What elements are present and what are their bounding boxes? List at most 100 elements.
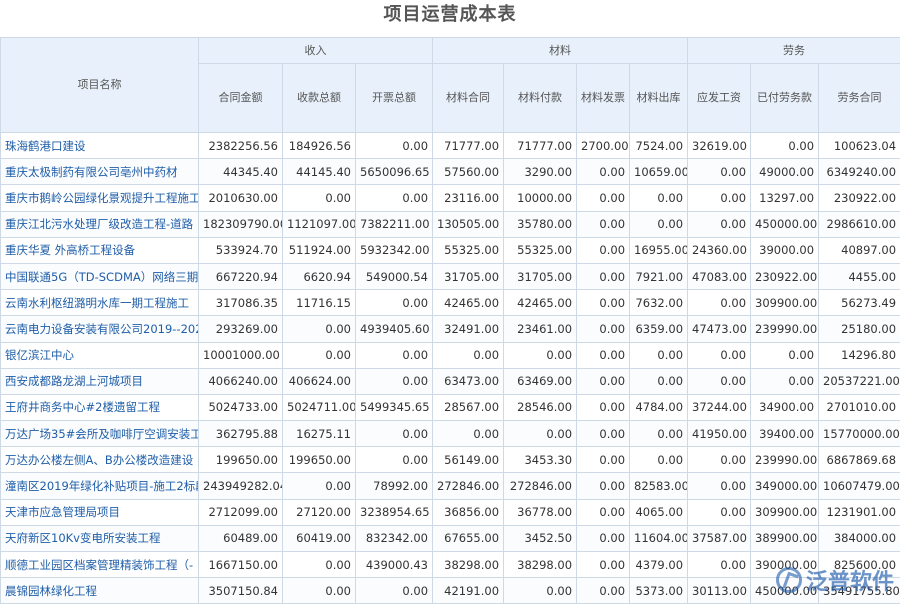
- project-name-link[interactable]: 天津市应急管理局项目: [1, 499, 199, 525]
- cell-value: 362795.88: [199, 421, 283, 447]
- table-row[interactable]: 银亿滨江中心10001000.000.000.000.000.000.000.0…: [1, 342, 900, 368]
- cell-value: 7382211.00: [356, 211, 433, 237]
- header-group-labor: 劳务: [688, 38, 900, 64]
- cell-value: 44345.40: [199, 159, 283, 185]
- table-row[interactable]: 潼南区2019年绿化补贴项目-施工2标段243949282.040.007899…: [1, 473, 900, 499]
- cell-value: 0.00: [630, 185, 688, 211]
- cell-value: 28546.00: [504, 394, 577, 420]
- cell-value: 0.00: [504, 421, 577, 447]
- cell-value: 31705.00: [504, 263, 577, 289]
- cell-value: 23461.00: [504, 316, 577, 342]
- cell-value: 0.00: [688, 211, 751, 237]
- cell-value: 0.00: [577, 447, 630, 473]
- project-name-link[interactable]: 西安成都路龙湖上河城项目: [1, 368, 199, 394]
- table-row[interactable]: 王府井商务中心#2楼遗留工程5024733.005024711.00549934…: [1, 394, 900, 420]
- cell-value: 309900.00: [751, 290, 819, 316]
- cell-value: 5932342.00: [356, 237, 433, 263]
- cell-value: 71777.00: [433, 133, 504, 159]
- cell-value: 49000.00: [751, 159, 819, 185]
- project-name-link[interactable]: 重庆市鹅岭公园绿化景观提升工程施工: [1, 185, 199, 211]
- header-material-invoice: 材料发票: [577, 64, 630, 133]
- cell-value: 55325.00: [433, 237, 504, 263]
- project-name-link[interactable]: 潼南区2019年绿化补贴项目-施工2标段: [1, 473, 199, 499]
- table-row[interactable]: 西安成都路龙湖上河城项目4066240.00406624.000.0063473…: [1, 368, 900, 394]
- table-row[interactable]: 云南电力设备安装有限公司2019--202293269.000.00493940…: [1, 316, 900, 342]
- cell-value: 7921.00: [630, 263, 688, 289]
- cell-value: 5650096.65: [356, 159, 433, 185]
- table-row[interactable]: 重庆太极制药有限公司亳州中药材44345.4044145.405650096.6…: [1, 159, 900, 185]
- cell-value: 10001000.00: [199, 342, 283, 368]
- cell-value: 20537221.00: [819, 368, 900, 394]
- table-row[interactable]: 万达办公楼左侧A、B办公楼改造建设199650.00199650.000.005…: [1, 447, 900, 473]
- cell-value: 28567.00: [433, 394, 504, 420]
- cell-value: 39400.00: [751, 421, 819, 447]
- cell-value: 0.00: [751, 342, 819, 368]
- cell-value: 4784.00: [630, 394, 688, 420]
- cell-value: 34900.00: [751, 394, 819, 420]
- cell-value: 825600.00: [819, 552, 900, 578]
- project-name-link[interactable]: 万达广场35#会所及咖啡厅空调安装工: [1, 421, 199, 447]
- cell-value: 199650.00: [283, 447, 356, 473]
- project-name-link[interactable]: 云南电力设备安装有限公司2019--202: [1, 316, 199, 342]
- cell-value: 56149.00: [433, 447, 504, 473]
- header-group-income: 收入: [199, 38, 433, 64]
- cell-value: 0.00: [283, 316, 356, 342]
- project-name-link[interactable]: 天府新区10Kv变电所安装工程: [1, 525, 199, 551]
- project-name-link[interactable]: 顺德工业园区档案管理精装饰工程（-: [1, 552, 199, 578]
- cell-value: 25180.00: [819, 316, 900, 342]
- project-name-link[interactable]: 云南水利枢纽潞明水库一期工程施工: [1, 290, 199, 316]
- cell-value: 37244.00: [688, 394, 751, 420]
- cell-value: 42465.00: [504, 290, 577, 316]
- cell-value: 32491.00: [433, 316, 504, 342]
- table-row[interactable]: 万达广场35#会所及咖啡厅空调安装工362795.8816275.110.000…: [1, 421, 900, 447]
- cell-value: 3238954.65: [356, 499, 433, 525]
- cell-value: 832342.00: [356, 525, 433, 551]
- cell-value: 32619.00: [688, 133, 751, 159]
- cell-value: 230922.00: [751, 263, 819, 289]
- cell-value: 0.00: [688, 368, 751, 394]
- cell-value: 182309790.00: [199, 211, 283, 237]
- cell-value: 44145.40: [283, 159, 356, 185]
- header-total-received: 收款总额: [283, 64, 356, 133]
- header-material-payment: 材料付款: [504, 64, 577, 133]
- header-contract-amount: 合同金额: [199, 64, 283, 133]
- project-name-link[interactable]: 珠海鹤港口建设: [1, 133, 199, 159]
- cell-value: 11716.15: [283, 290, 356, 316]
- cell-value: 60419.00: [283, 525, 356, 551]
- cell-value: 5024733.00: [199, 394, 283, 420]
- cell-value: 0.00: [577, 159, 630, 185]
- cell-value: 0.00: [577, 552, 630, 578]
- cell-value: 1231901.00: [819, 499, 900, 525]
- cell-value: 0.00: [630, 368, 688, 394]
- cell-value: 2701010.00: [819, 394, 900, 420]
- project-name-link[interactable]: 重庆太极制药有限公司亳州中药材: [1, 159, 199, 185]
- table-row[interactable]: 天津市应急管理局项目2712099.0027120.003238954.6536…: [1, 499, 900, 525]
- table-row[interactable]: 天府新区10Kv变电所安装工程60489.0060419.00832342.00…: [1, 525, 900, 551]
- table-row[interactable]: 中国联通5G（TD-SCDMA）网络三期667220.946620.945490…: [1, 263, 900, 289]
- cell-value: 317086.35: [199, 290, 283, 316]
- project-name-link[interactable]: 王府井商务中心#2楼遗留工程: [1, 394, 199, 420]
- cell-value: 2986610.00: [819, 211, 900, 237]
- project-name-link[interactable]: 重庆华夏 外高桥工程设备: [1, 237, 199, 263]
- cell-value: 55325.00: [504, 237, 577, 263]
- table-row[interactable]: 顺德工业园区档案管理精装饰工程（-1667150.000.00439000.43…: [1, 552, 900, 578]
- cell-value: 7524.00: [630, 133, 688, 159]
- table-row[interactable]: 重庆市鹅岭公园绿化景观提升工程施工2010630.000.000.0023116…: [1, 185, 900, 211]
- table-row[interactable]: 重庆江北污水处理厂级改造工程-道路182309790.001121097.007…: [1, 211, 900, 237]
- cell-value: 63469.00: [504, 368, 577, 394]
- project-name-link[interactable]: 银亿滨江中心: [1, 342, 199, 368]
- table-row[interactable]: 重庆华夏 外高桥工程设备533924.70511924.005932342.00…: [1, 237, 900, 263]
- project-name-link[interactable]: 万达办公楼左侧A、B办公楼改造建设: [1, 447, 199, 473]
- cell-value: 82583.00: [630, 473, 688, 499]
- cell-value: 38298.00: [504, 552, 577, 578]
- table-row[interactable]: 珠海鹤港口建设2382256.56184926.560.0071777.0071…: [1, 133, 900, 159]
- cell-value: 4939405.60: [356, 316, 433, 342]
- cell-value: 0.00: [577, 290, 630, 316]
- cell-value: 4455.00: [819, 263, 900, 289]
- cell-value: 2382256.56: [199, 133, 283, 159]
- project-name-link[interactable]: 中国联通5G（TD-SCDMA）网络三期: [1, 263, 199, 289]
- project-name-link[interactable]: 重庆江北污水处理厂级改造工程-道路: [1, 211, 199, 237]
- cell-value: 0.00: [433, 342, 504, 368]
- table-row[interactable]: 云南水利枢纽潞明水库一期工程施工317086.3511716.15 0.00424…: [1, 290, 900, 316]
- cell-value: 2712099.00: [199, 499, 283, 525]
